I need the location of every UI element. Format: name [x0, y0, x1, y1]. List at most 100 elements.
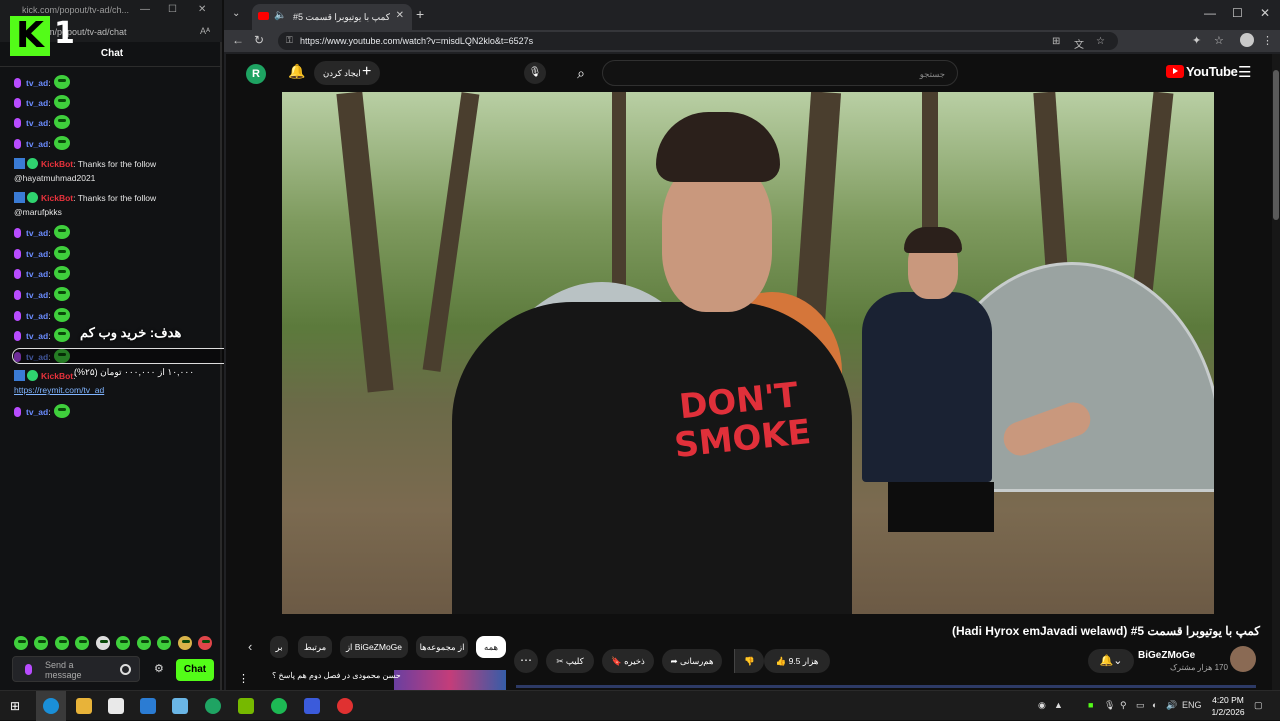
video-progress-rail[interactable]: [516, 685, 1256, 688]
chat-username[interactable]: tv_ad: [26, 249, 48, 259]
tab-close-icon[interactable]: ✕: [396, 10, 404, 21]
minimize-icon[interactable]: —: [1204, 6, 1216, 20]
video-player[interactable]: DON'T SMOKE: [282, 92, 1214, 614]
clock-date[interactable]: 1/2/2026: [1206, 707, 1250, 717]
more-menu-icon[interactable]: ⋮: [1262, 34, 1273, 47]
emote-icon[interactable]: [177, 636, 192, 650]
nvidia-icon[interactable]: [238, 698, 254, 714]
chat-username[interactable]: tv_ad: [26, 118, 48, 128]
up-next-menu-icon[interactable]: ⋮: [238, 672, 249, 685]
emote-icon[interactable]: [75, 636, 90, 650]
emote-icon[interactable]: [34, 636, 49, 650]
edge-browser-icon[interactable]: [43, 698, 59, 714]
tray-mic-icon[interactable]: 🎙: [1104, 700, 1115, 711]
emote-icon[interactable]: [157, 636, 172, 650]
chat-username[interactable]: tv_ad: [26, 407, 48, 417]
voice-search-mic-icon[interactable]: 🎙: [524, 62, 546, 84]
notifications-bell-icon[interactable]: 🔔: [288, 63, 305, 80]
tab-youtube[interactable]: 🔈 کمپ با یوتیوبرا قسمت 5# ✕: [252, 4, 412, 30]
tray-app-icon[interactable]: ■: [1088, 700, 1093, 710]
chat-link[interactable]: https://reymit.com/tv_ad: [14, 385, 104, 395]
start-icon[interactable]: ⊞: [10, 699, 20, 713]
chat-username[interactable]: tv_ad: [26, 311, 48, 321]
like-button[interactable]: 👍 9.5 هزار: [764, 649, 830, 673]
chat-send-button[interactable]: Chat: [176, 659, 214, 681]
save-button[interactable]: 🔖 ذخیره: [602, 649, 654, 673]
maximize-icon[interactable]: ☐: [168, 4, 177, 15]
chip-filter[interactable]: همه: [476, 636, 506, 658]
speaker-icon[interactable]: 🔈: [274, 10, 286, 21]
create-button[interactable]: ایجاد کردن +: [314, 61, 380, 85]
scrollbar-thumb[interactable]: [1273, 70, 1279, 220]
tray-app-icon[interactable]: ▲: [1054, 700, 1063, 710]
tab-list-chevron-icon[interactable]: ⌄: [232, 8, 240, 19]
chat-username[interactable]: KickBot: [41, 371, 73, 381]
hamburger-menu-icon[interactable]: ☰: [1238, 63, 1251, 81]
emote-icon[interactable]: [116, 636, 131, 650]
more-actions-icon[interactable]: ⋯: [514, 649, 538, 673]
bookmark-star-icon[interactable]: ☆: [1096, 36, 1105, 47]
text-size-icon[interactable]: Aᴬ: [200, 26, 210, 36]
chat-username[interactable]: KickBot: [41, 159, 73, 169]
chat-username[interactable]: tv_ad: [26, 331, 48, 341]
close-icon[interactable]: ✕: [1260, 6, 1270, 20]
maximize-icon[interactable]: ☐: [1232, 6, 1243, 20]
extension-icon[interactable]: ✦: [1192, 34, 1201, 47]
search-input[interactable]: جستجو: [602, 60, 958, 86]
chip-filter[interactable]: از مجموعه‌ها: [416, 636, 468, 658]
chip-filter[interactable]: بر: [270, 636, 288, 658]
language-indicator[interactable]: ENG: [1182, 700, 1202, 710]
youtube-logo[interactable]: YouTube: [1166, 64, 1238, 79]
network-icon[interactable]: ▭: [1136, 700, 1145, 711]
up-next-title[interactable]: حسن محمودی در فصل دوم هم پاسخ ؟: [272, 671, 401, 680]
close-icon[interactable]: ✕: [198, 4, 206, 15]
emote-icon[interactable]: [54, 636, 69, 650]
tray-app-icon[interactable]: ◐: [1152, 700, 1157, 710]
volume-icon[interactable]: 🔊: [1166, 700, 1177, 711]
search-icon[interactable]: ⌕: [566, 60, 596, 86]
gear-icon[interactable]: ⚙: [154, 662, 164, 675]
channel-avatar[interactable]: [1230, 646, 1256, 672]
chat-message-input[interactable]: Send a message: [12, 656, 140, 682]
chat-username[interactable]: tv_ad: [26, 290, 48, 300]
new-tab-icon[interactable]: +: [416, 6, 424, 22]
stats-icon[interactable]: [304, 698, 320, 714]
emote-icon[interactable]: [95, 636, 110, 650]
chat-username[interactable]: tv_ad: [26, 98, 48, 108]
subscription-bell-button[interactable]: 🔔⌄: [1088, 649, 1134, 673]
emoji-icon[interactable]: [120, 664, 131, 675]
channel-name[interactable]: BiGeZMoGe: [1138, 650, 1195, 661]
reload-icon[interactable]: ↻: [254, 33, 264, 47]
spotify-icon[interactable]: [271, 698, 287, 714]
account-avatar[interactable]: R: [246, 64, 266, 84]
back-icon[interactable]: ←: [232, 33, 244, 47]
favorites-icon[interactable]: ☆: [1214, 34, 1224, 47]
address-bar[interactable]: ⚿ https://www.youtube.com/watch?v=misdLQ…: [278, 32, 1118, 51]
browser-green-icon[interactable]: [205, 698, 221, 714]
dislike-button[interactable]: 👎: [734, 649, 764, 673]
clip-button[interactable]: ✂ کلیپ: [546, 649, 594, 673]
translate-icon[interactable]: 文: [1074, 36, 1084, 51]
profile-avatar[interactable]: [1240, 33, 1254, 47]
photos-icon[interactable]: [172, 698, 188, 714]
chip-filter[interactable]: مرتبط: [298, 636, 332, 658]
minimize-icon[interactable]: —: [140, 4, 150, 15]
tray-app-icon[interactable]: ⚲: [1120, 700, 1127, 711]
notification-center-icon[interactable]: ▢: [1254, 700, 1263, 711]
chip-filter[interactable]: از BiGeZMoGe: [340, 636, 408, 658]
chat-username[interactable]: tv_ad: [26, 269, 48, 279]
chat-username[interactable]: tv_ad: [26, 139, 48, 149]
chevron-left-icon[interactable]: ‹: [248, 639, 252, 654]
emote-icon[interactable]: [136, 636, 151, 650]
store-icon[interactable]: [108, 698, 124, 714]
emote-icon[interactable]: [198, 636, 213, 650]
up-next-thumbnail[interactable]: [394, 670, 506, 690]
file-explorer-icon[interactable]: [76, 698, 92, 714]
app-install-icon[interactable]: ⊞: [1052, 36, 1060, 47]
emote-icon[interactable]: [14, 636, 28, 650]
outlook-icon[interactable]: [140, 698, 156, 714]
share-button[interactable]: ➦ هم‌رسانی: [662, 649, 722, 673]
tray-app-icon[interactable]: ◉: [1038, 700, 1046, 711]
clock-time[interactable]: 4:20 PM: [1208, 695, 1248, 705]
site-info-icon[interactable]: ⚿: [286, 35, 293, 46]
